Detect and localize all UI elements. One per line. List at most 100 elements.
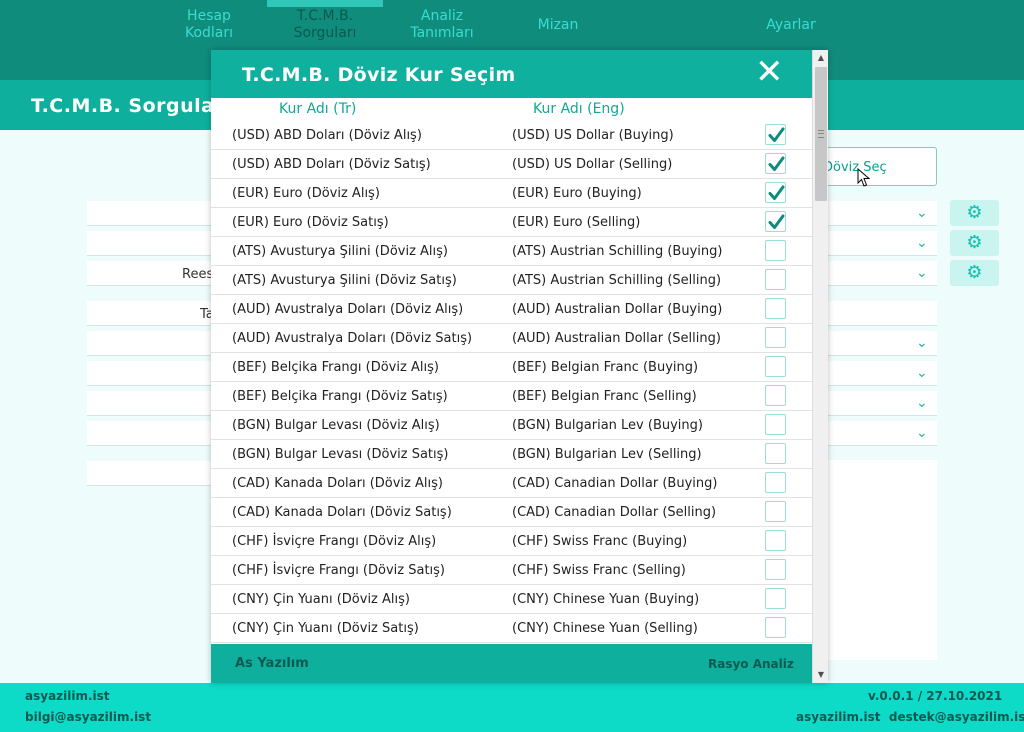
footer-support[interactable]: asyazilim.ist destek@asyazilim.ist: [796, 710, 1024, 724]
nav-item-mizan[interactable]: Mizan: [533, 17, 583, 34]
currency-name-tr: (BGN) Bulgar Levası (Döviz Alış): [232, 418, 440, 433]
currency-checkbox[interactable]: [765, 153, 786, 174]
column-header-tr: Kur Adı (Tr): [279, 101, 357, 117]
column-header-en: Kur Adı (Eng): [533, 101, 625, 117]
currency-checkbox[interactable]: [765, 356, 786, 377]
currency-row[interactable]: (ATS) Avusturya Şilini (Döviz Alış) (ATS)…: [211, 237, 812, 266]
footer-email[interactable]: bilgi@asyazilim.ist: [25, 710, 151, 724]
scrollbar-thumb[interactable]: [815, 67, 827, 201]
currency-row[interactable]: (BEF) Belçika Frangı (Döviz Satış) (BEF) …: [211, 382, 812, 411]
currency-name-tr: (EUR) Euro (Döviz Alış): [232, 186, 380, 201]
nav-item-label: Kodları: [184, 25, 234, 41]
gear-icon[interactable]: ⚙: [950, 230, 999, 256]
currency-checkbox[interactable]: [765, 385, 786, 406]
nav-item-label: Analiz: [420, 8, 464, 24]
scrollbar[interactable]: ▲ ▼: [812, 50, 828, 683]
nav-item-label: Mizan: [537, 17, 579, 33]
mouse-cursor-icon: [857, 168, 871, 187]
currency-name-tr: (ATS) Avusturya Şilini (Döviz Alış): [232, 244, 448, 259]
currency-select-modal: T.C.M.B. Döviz Kur Seçim ✕ Kur Adı (Tr) …: [211, 50, 828, 683]
currency-name-tr: (USD) ABD Doları (Döviz Alış): [232, 128, 422, 143]
currency-row[interactable]: (CNY) Çin Yuanı (Döviz Satış) (CNY) Chine…: [211, 614, 812, 643]
currency-name-en: (AUD) Australian Dollar (Selling): [512, 331, 721, 346]
chevron-down-icon[interactable]: ⌄: [916, 205, 928, 221]
currency-row[interactable]: (BEF) Belçika Frangı (Döviz Alış) (BEF) B…: [211, 353, 812, 382]
currency-name-tr: (USD) ABD Doları (Döviz Satış): [232, 157, 431, 172]
chevron-down-icon[interactable]: ⌄: [916, 265, 928, 281]
footer-site[interactable]: asyazilim.ist: [25, 689, 110, 703]
nav-item-label: Hesap: [187, 8, 231, 24]
scroll-down-arrow-icon[interactable]: ▼: [813, 667, 828, 683]
doviz-sec-button-label: Döviz Seç: [823, 160, 887, 175]
currency-checkbox[interactable]: [765, 501, 786, 522]
currency-name-en: (CHF) Swiss Franc (Selling): [512, 563, 686, 578]
currency-name-tr: (EUR) Euro (Döviz Satış): [232, 215, 389, 230]
gear-icon[interactable]: ⚙: [950, 260, 999, 286]
currency-name-tr: (BEF) Belçika Frangı (Döviz Satış): [232, 389, 448, 404]
currency-row[interactable]: (CHF) İsviçre Frangı (Döviz Satış) (CHF) …: [211, 556, 812, 585]
currency-checkbox[interactable]: [765, 472, 786, 493]
currency-row[interactable]: (BGN) Bulgar Levası (Döviz Alış) (BGN) Bu…: [211, 411, 812, 440]
currency-name-en: (CNY) Chinese Yuan (Buying): [512, 592, 700, 607]
currency-row[interactable]: (BGN) Bulgar Levası (Döviz Satış) (BGN) B…: [211, 440, 812, 469]
grip-icon: [818, 130, 824, 138]
close-icon[interactable]: ✕: [755, 55, 784, 89]
currency-name-en: (USD) US Dollar (Selling): [512, 157, 673, 172]
currency-checkbox[interactable]: [765, 240, 786, 261]
currency-row[interactable]: (CNY) Çin Yuanı (Döviz Alış) (CNY) Chines…: [211, 585, 812, 614]
nav-item-label: T.C.M.B.: [296, 8, 354, 24]
nav-item-tcmb-sorgulari[interactable]: T.C.M.B. Sorguları: [288, 8, 362, 42]
currency-name-en: (EUR) Euro (Selling): [512, 215, 641, 230]
chevron-down-icon[interactable]: ⌄: [916, 395, 928, 411]
currency-name-tr: (CNY) Çin Yuanı (Döviz Satış): [232, 621, 419, 636]
checkmark-icon: [768, 127, 785, 142]
currency-row[interactable]: (EUR) Euro (Döviz Alış) (EUR) Euro (Buyin…: [211, 179, 812, 208]
modal-footer-brand: As Yazılım: [235, 656, 309, 671]
chevron-down-icon[interactable]: ⌄: [916, 425, 928, 441]
page-footer: asyazilim.ist bilgi@asyazilim.ist v.0.0.…: [0, 683, 1024, 732]
modal-footer: As Yazılım Rasyo Analiz: [211, 644, 812, 683]
nav-item-analiz-tanimlari[interactable]: Analiz Tanımları: [405, 8, 479, 42]
currency-row[interactable]: (USD) ABD Doları (Döviz Alış) (USD) US Do…: [211, 121, 812, 150]
chevron-down-icon[interactable]: ⌄: [916, 365, 928, 381]
modal-title: T.C.M.B. Döviz Kur Seçim: [242, 64, 516, 86]
currency-name-en: (ATS) Austrian Schilling (Selling): [512, 273, 722, 288]
currency-row[interactable]: (AUD) Avustralya Doları (Döviz Satış) (AU…: [211, 324, 812, 353]
currency-name-tr: (BEF) Belçika Frangı (Döviz Alış): [232, 360, 439, 375]
nav-item-hesap-kodlari[interactable]: Hesap Kodları: [184, 8, 234, 42]
currency-row[interactable]: (CAD) Kanada Doları (Döviz Satış) (CAD) C…: [211, 498, 812, 527]
currency-row[interactable]: (ATS) Avusturya Şilini (Döviz Satış) (ATS…: [211, 266, 812, 295]
chevron-down-icon[interactable]: ⌄: [916, 335, 928, 351]
currency-checkbox[interactable]: [765, 124, 786, 145]
currency-checkbox[interactable]: [765, 269, 786, 290]
currency-row[interactable]: (USD) ABD Doları (Döviz Satış) (USD) US D…: [211, 150, 812, 179]
currency-checkbox[interactable]: [765, 530, 786, 551]
modal-footer-product: Rasyo Analiz: [708, 657, 794, 671]
currency-row[interactable]: (CHF) İsviçre Frangı (Döviz Alış) (CHF) S…: [211, 527, 812, 556]
modal-header: T.C.M.B. Döviz Kur Seçim ✕: [211, 50, 812, 98]
currency-name-tr: (AUD) Avustralya Doları (Döviz Alış): [232, 302, 464, 317]
chevron-down-icon[interactable]: ⌄: [916, 235, 928, 251]
nav-item-label: Tanımları: [410, 25, 474, 41]
currency-name-tr: (BGN) Bulgar Levası (Döviz Satış): [232, 447, 449, 462]
nav-item-ayarlar[interactable]: Ayarlar: [760, 17, 822, 34]
currency-checkbox[interactable]: [765, 559, 786, 580]
currency-name-en: (CHF) Swiss Franc (Buying): [512, 534, 688, 549]
currency-checkbox[interactable]: [765, 182, 786, 203]
currency-row[interactable]: (CAD) Kanada Doları (Döviz Alış) (CAD) Ca…: [211, 469, 812, 498]
currency-checkbox[interactable]: [765, 298, 786, 319]
currency-name-tr: (CAD) Kanada Doları (Döviz Alış): [232, 476, 443, 491]
currency-row[interactable]: (AUD) Avustralya Doları (Döviz Alış) (AUD…: [211, 295, 812, 324]
currency-name-en: (CAD) Canadian Dollar (Selling): [512, 505, 717, 520]
gear-icon[interactable]: ⚙: [950, 200, 999, 226]
currency-name-en: (AUD) Australian Dollar (Buying): [512, 302, 723, 317]
currency-checkbox[interactable]: [765, 588, 786, 609]
currency-checkbox[interactable]: [765, 443, 786, 464]
doviz-sec-button[interactable]: Döviz Seç: [812, 147, 937, 186]
scroll-up-arrow-icon[interactable]: ▲: [813, 50, 828, 66]
currency-checkbox[interactable]: [765, 414, 786, 435]
currency-checkbox[interactable]: [765, 617, 786, 638]
currency-checkbox[interactable]: [765, 327, 786, 348]
currency-row[interactable]: (EUR) Euro (Döviz Satış) (EUR) Euro (Sell…: [211, 208, 812, 237]
currency-checkbox[interactable]: [765, 211, 786, 232]
